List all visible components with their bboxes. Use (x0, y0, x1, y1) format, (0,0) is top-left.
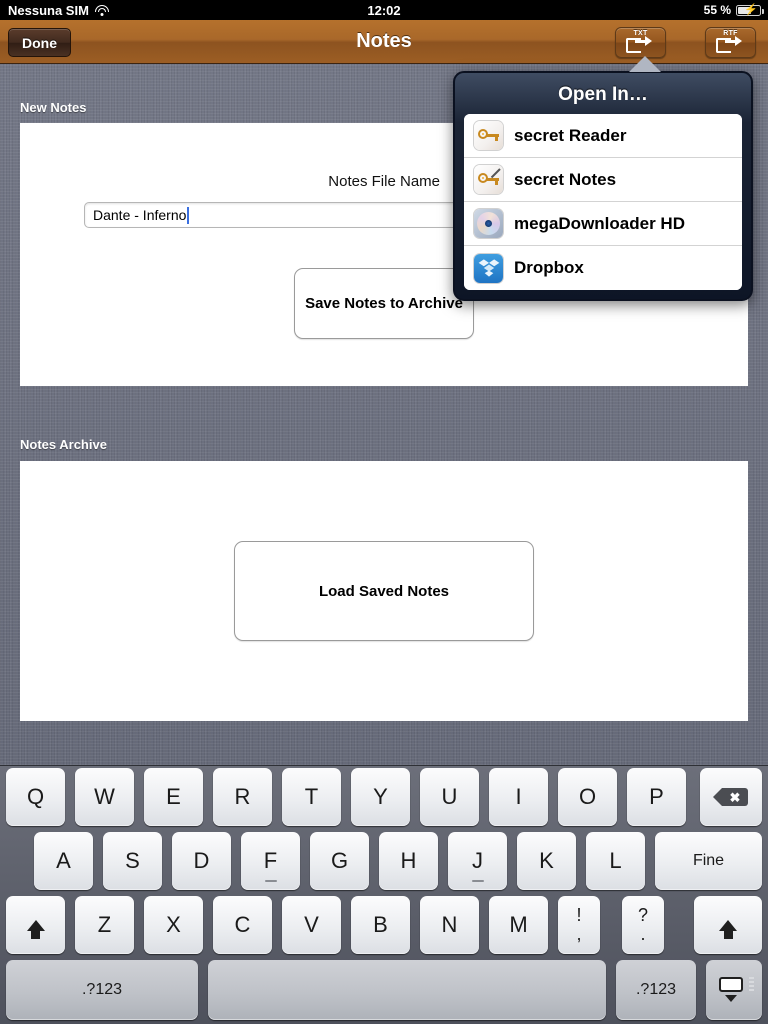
key-v[interactable]: V (282, 896, 341, 954)
key-period-label: . (640, 924, 646, 944)
key-s[interactable]: S (103, 832, 162, 890)
key-w[interactable]: W (75, 768, 134, 826)
dropbox-glyph (478, 259, 499, 277)
open-in-item-secret-reader[interactable]: secret Reader (464, 114, 742, 158)
key-n[interactable]: N (420, 896, 479, 954)
open-in-item-dropbox[interactable]: Dropbox (464, 246, 742, 290)
status-bar-time: 12:02 (367, 2, 401, 18)
dropbox-app-icon (474, 253, 503, 283)
key-app-icon (474, 121, 503, 150)
key-return[interactable]: Fine (655, 832, 762, 890)
shift-icon (26, 919, 45, 939)
export-txt-button[interactable]: TXT (615, 27, 666, 58)
key-l[interactable]: L (586, 832, 645, 890)
popover-title: Open In… (558, 83, 648, 105)
key-j-label: J (472, 848, 483, 873)
open-in-item-secret-notes[interactable]: secret Notes (464, 158, 742, 202)
status-bar-right: 55 % ⚡ (703, 3, 764, 17)
key-y[interactable]: Y (351, 768, 410, 826)
key-t[interactable]: T (282, 768, 341, 826)
key-hide-keyboard[interactable] (706, 960, 762, 1020)
key-f-label: F (263, 848, 278, 873)
key-numbers-right[interactable]: .?123 (616, 960, 696, 1020)
status-bar: Nessuna SIM 12:02 55 % ⚡ (0, 0, 768, 20)
app-screen: Nessuna SIM 12:02 55 % ⚡ Done Notes TXT … (0, 0, 768, 1024)
key-e[interactable]: E (144, 768, 203, 826)
open-in-item-label: secret Notes (514, 169, 617, 189)
key-i[interactable]: I (489, 768, 548, 826)
text-caret (187, 206, 190, 224)
key-a[interactable]: A (34, 832, 93, 890)
keyboard-row-4: .?123 .?123 (0, 960, 768, 1022)
key-exclamation-label: ! (576, 905, 582, 926)
key-k[interactable]: K (517, 832, 576, 890)
keyboard-row-3: Z X C V B N M ! , ? . (0, 896, 768, 958)
on-screen-keyboard: Q W E R T Y U I O P ✖ A S D F G H J K L … (0, 765, 768, 1024)
load-saved-notes-label: Load Saved Notes (318, 582, 450, 600)
key-shift-left[interactable] (6, 896, 65, 954)
key-x[interactable]: X (144, 896, 203, 954)
load-saved-notes-button[interactable]: Load Saved Notes (234, 541, 534, 641)
key-b[interactable]: B (351, 896, 410, 954)
key-numbers-left[interactable]: .?123 (6, 960, 198, 1020)
open-in-list: secret Reader secret Notes megaDownloade… (464, 114, 742, 290)
key-question-label: ? (637, 905, 648, 926)
key-space[interactable] (208, 960, 606, 1020)
key-p[interactable]: P (627, 768, 686, 826)
key-f[interactable]: F (241, 832, 300, 890)
key-d[interactable]: D (172, 832, 231, 890)
open-in-item-label: secret Reader (514, 125, 627, 145)
share-export-icon (625, 36, 656, 54)
key-m[interactable]: M (489, 896, 548, 954)
shift-icon (719, 919, 737, 939)
open-in-item-label: megaDownloader HD (514, 213, 685, 233)
backspace-icon: ✖ (713, 788, 748, 806)
save-notes-to-archive-button[interactable]: Save Notes to Archive (294, 268, 474, 339)
notes-file-name-label: Notes File Name (328, 173, 440, 190)
key-h[interactable]: H (379, 832, 438, 890)
home-row-indicator (264, 880, 277, 882)
key-u[interactable]: U (420, 768, 479, 826)
battery-charging-icon: ⚡ (736, 4, 764, 16)
new-notes-section-label: New Notes (20, 100, 87, 115)
share-export-icon (715, 36, 746, 54)
battery-percent-label: 55 % (703, 3, 731, 17)
open-in-item-label: Dropbox (514, 258, 584, 277)
key-r[interactable]: R (213, 768, 272, 826)
key-comma-label: , (576, 924, 582, 944)
key-z[interactable]: Z (75, 896, 134, 954)
keyboard-row-2: A S D F G H J K L Fine (0, 832, 768, 894)
key-q[interactable]: Q (6, 768, 65, 826)
keyboard-row-1: Q W E R T Y U I O P ✖ (0, 768, 768, 830)
key-dual-label: ! , (576, 906, 581, 944)
key-c[interactable]: C (213, 896, 272, 954)
disc-app-icon (474, 209, 503, 238)
save-notes-to-archive-label: Save Notes to Archive (305, 295, 463, 312)
key-dual-label: ? . (638, 906, 648, 944)
key-j[interactable]: J (448, 832, 507, 890)
notes-file-name-value: Dante - Inferno (93, 207, 187, 223)
key-pen-app-icon (474, 165, 503, 194)
popover-arrow (629, 56, 661, 72)
home-row-indicator (471, 880, 484, 882)
export-rtf-button[interactable]: RTF (705, 27, 756, 58)
key-question-period[interactable]: ? . (622, 896, 664, 954)
key-o[interactable]: O (558, 768, 617, 826)
key-shift-right[interactable] (694, 896, 762, 954)
open-in-item-megadownloader-hd[interactable]: megaDownloader HD (464, 202, 742, 246)
hide-keyboard-icon (719, 977, 754, 1003)
open-in-popover: Open In… secret Reader secret Notes mega… (453, 71, 753, 301)
key-exclamation-comma[interactable]: ! , (558, 896, 600, 954)
key-g[interactable]: G (310, 832, 369, 890)
notes-archive-section-label: Notes Archive (20, 437, 107, 452)
key-backspace[interactable]: ✖ (700, 768, 762, 826)
